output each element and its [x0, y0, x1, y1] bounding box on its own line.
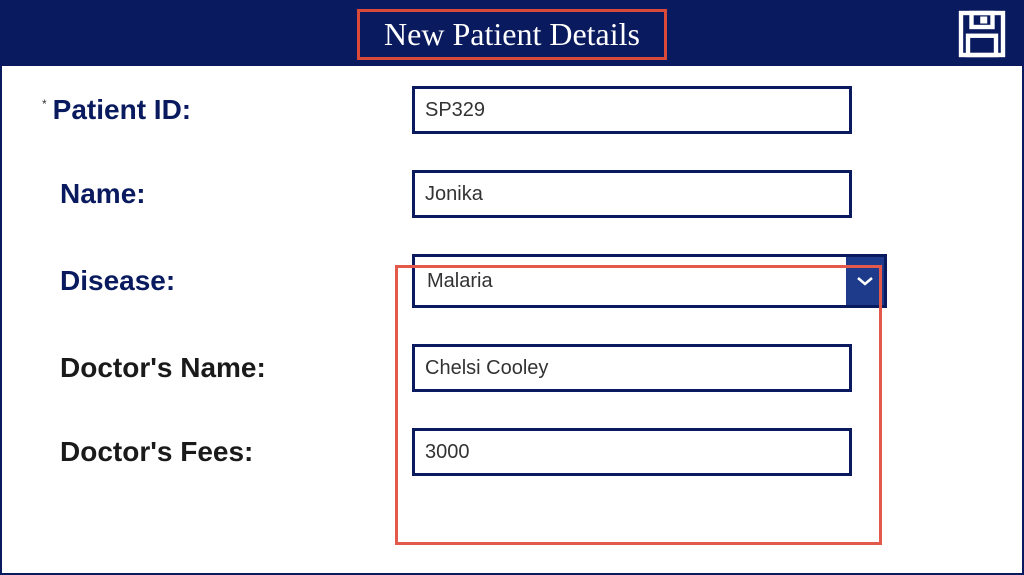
page-title: New Patient Details: [384, 16, 640, 52]
patient-id-input-cell: [412, 86, 972, 134]
doctor-name-label-cell: Doctor's Name:: [42, 352, 412, 384]
doctor-fees-input[interactable]: [412, 428, 852, 476]
disease-select-value: Malaria: [415, 270, 846, 293]
chevron-down-icon: [856, 275, 874, 287]
page-header: New Patient Details: [2, 2, 1022, 66]
name-input[interactable]: [412, 170, 852, 218]
form-container: * Patient ID: Name: Disease: Malaria: [2, 66, 1022, 532]
doctor-name-label: Doctor's Name:: [60, 352, 266, 384]
name-label-cell: Name:: [42, 178, 412, 210]
doctor-fees-label-cell: Doctor's Fees:: [42, 436, 412, 468]
disease-row: Disease: Malaria: [42, 254, 972, 308]
patient-id-input[interactable]: [412, 86, 852, 134]
name-row: Name:: [42, 170, 972, 218]
title-container: New Patient Details: [357, 9, 667, 60]
doctor-fees-label: Doctor's Fees:: [60, 436, 253, 468]
patient-id-label: Patient ID:: [53, 94, 191, 126]
disease-select[interactable]: Malaria: [412, 254, 887, 308]
disease-select-arrow: [846, 257, 884, 305]
save-button[interactable]: [954, 6, 1010, 62]
doctor-name-input[interactable]: [412, 344, 852, 392]
patient-id-label-cell: * Patient ID:: [42, 94, 412, 126]
required-asterisk: *: [42, 97, 47, 111]
save-icon: [954, 6, 1010, 62]
name-input-cell: [412, 170, 972, 218]
doctor-name-row: Doctor's Name:: [42, 344, 972, 392]
disease-label: Disease:: [60, 265, 175, 297]
disease-label-cell: Disease:: [42, 265, 412, 297]
disease-input-cell: Malaria: [412, 254, 972, 308]
doctor-fees-row: Doctor's Fees:: [42, 428, 972, 476]
patient-id-row: * Patient ID:: [42, 86, 972, 134]
name-label: Name:: [60, 178, 146, 210]
doctor-fees-input-cell: [412, 428, 972, 476]
doctor-name-input-cell: [412, 344, 972, 392]
